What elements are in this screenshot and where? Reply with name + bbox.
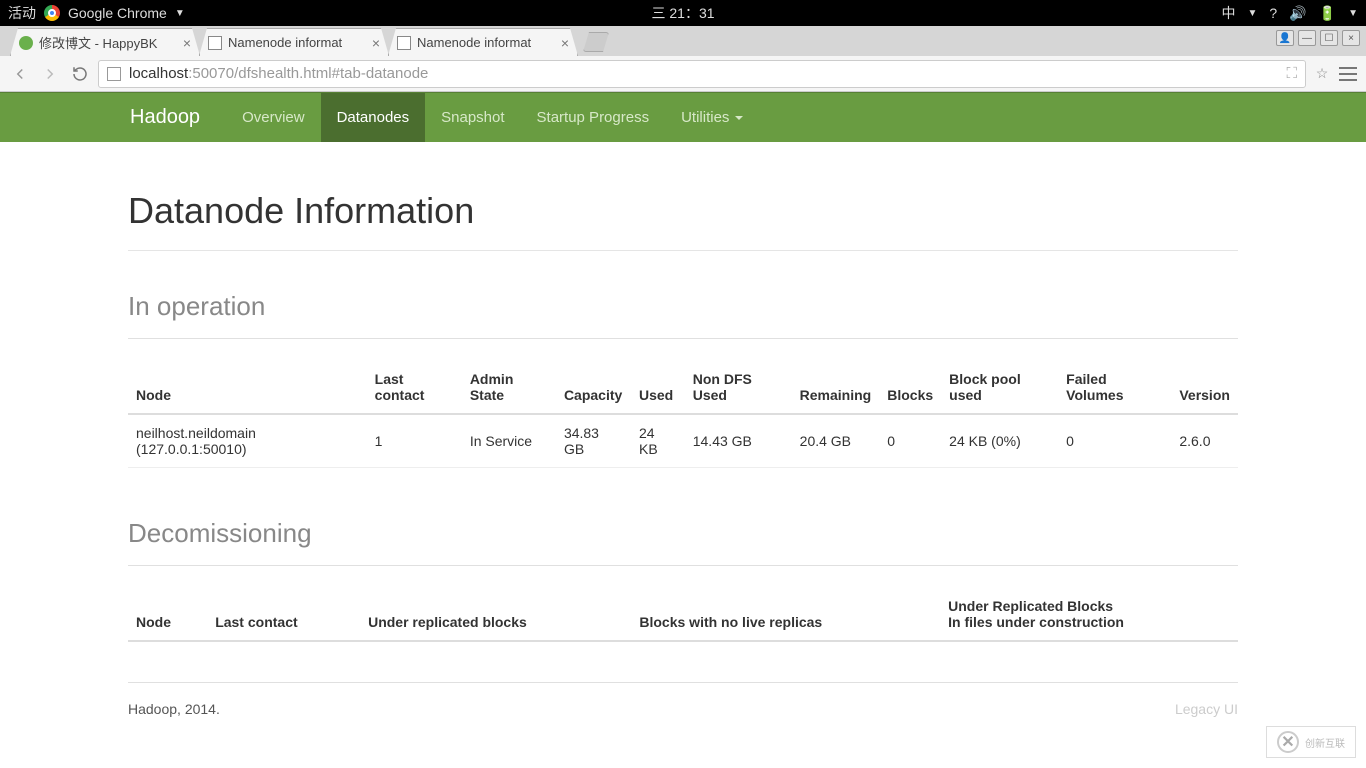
browser-tab[interactable]: 修改博文 - HappyBK × (10, 28, 200, 56)
table-cell: 14.43 GB (685, 414, 792, 468)
section-decommissioning: Decomissioning (128, 518, 1238, 549)
column-header: Last contact (367, 361, 462, 414)
brand[interactable]: Hadoop (112, 93, 218, 142)
close-window-button[interactable]: × (1342, 30, 1360, 46)
column-header: Used (631, 361, 685, 414)
table-cell: 20.4 GB (792, 414, 880, 468)
browser-toolbar: localhost:50070/dfshealth.html#tab-datan… (0, 56, 1366, 92)
legacy-ui-link[interactable]: Legacy UI (1175, 701, 1238, 717)
tab-title: Namenode informat (228, 35, 366, 50)
title-divider (128, 250, 1238, 251)
back-button[interactable] (8, 62, 32, 86)
page-container: Datanode Information In operation NodeLa… (113, 190, 1253, 735)
column-header: Blocks with no live replicas (631, 588, 940, 641)
table-cell: 34.83 GB (556, 414, 631, 468)
section-in-operation: In operation (128, 291, 1238, 322)
table-cell: 2.6.0 (1171, 414, 1238, 468)
app-navbar: Hadoop Overview Datanodes Snapshot Start… (0, 92, 1366, 142)
page-icon (107, 67, 121, 81)
column-header: Under Replicated Blocks In files under c… (940, 588, 1238, 641)
column-header: Non DFS Used (685, 361, 792, 414)
table-cell: 24 KB (631, 414, 685, 468)
decommissioning-table: NodeLast contactUnder replicated blocksB… (128, 588, 1238, 642)
watermark-text: 创新互联 (1305, 735, 1345, 750)
section-divider (128, 338, 1238, 339)
maximize-button[interactable]: ☐ (1320, 30, 1338, 46)
column-header: Remaining (792, 361, 880, 414)
address-bar[interactable]: localhost:50070/dfshealth.html#tab-datan… (98, 60, 1306, 88)
ime-caret-icon: ▼ (1248, 8, 1258, 19)
close-tab-icon[interactable]: × (183, 36, 191, 50)
tab-title: 修改博文 - HappyBK (39, 33, 177, 52)
close-tab-icon[interactable]: × (372, 36, 380, 50)
menu-button[interactable] (1338, 64, 1358, 84)
column-header: Blocks (879, 361, 941, 414)
nav-snapshot[interactable]: Snapshot (425, 93, 520, 142)
nav-utilities[interactable]: Utilities (665, 93, 759, 142)
close-tab-icon[interactable]: × (561, 36, 569, 50)
browser-tab-strip: 修改博文 - HappyBK × Namenode informat × Nam… (0, 26, 1366, 56)
url-path: :50070/dfshealth.html#tab-datanode (188, 65, 428, 82)
page-title: Datanode Information (128, 190, 1238, 232)
favicon-icon (19, 36, 33, 50)
help-icon[interactable]: ? (1269, 5, 1277, 21)
active-app-name[interactable]: Google Chrome (68, 5, 167, 21)
user-icon[interactable]: 👤 (1276, 30, 1294, 46)
system-caret-icon[interactable]: ▼ (1348, 8, 1358, 19)
favicon-icon (208, 36, 222, 50)
battery-icon[interactable]: 🔋 (1319, 5, 1336, 22)
new-tab-button[interactable] (583, 32, 609, 52)
table-row: neilhost.neildomain (127.0.0.1:50010)1In… (128, 414, 1238, 468)
bookmark-star-icon[interactable]: ☆ (1312, 64, 1332, 84)
nav-overview[interactable]: Overview (226, 93, 321, 142)
table-cell: 0 (879, 414, 941, 468)
activities-label[interactable]: 活动 (8, 3, 36, 23)
translate-icon[interactable]: ⛶ (1286, 65, 1297, 82)
column-header: Failed Volumes (1058, 361, 1171, 414)
column-header: Version (1171, 361, 1238, 414)
table-cell: In Service (462, 414, 556, 468)
app-menu-caret-icon: ▼ (175, 8, 185, 19)
forward-button[interactable] (38, 62, 62, 86)
column-header: Admin State (462, 361, 556, 414)
table-cell: 24 KB (0%) (941, 414, 1058, 468)
nav-datanodes[interactable]: Datanodes (321, 93, 426, 142)
column-header: Capacity (556, 361, 631, 414)
url-host: localhost (129, 65, 188, 82)
column-header: Block pool used (941, 361, 1058, 414)
watermark: ✕ 创新互联 (1266, 726, 1356, 758)
page-footer: Hadoop, 2014. Legacy UI (128, 682, 1238, 735)
reload-button[interactable] (68, 62, 92, 86)
chrome-icon (44, 5, 60, 21)
nav-startup-progress[interactable]: Startup Progress (521, 93, 666, 142)
browser-tab[interactable]: Namenode informat × (199, 28, 389, 56)
section-divider (128, 565, 1238, 566)
volume-icon[interactable]: 🔊 (1289, 5, 1306, 22)
table-cell: 0 (1058, 414, 1171, 468)
footer-left: Hadoop, 2014. (128, 701, 220, 717)
favicon-icon (397, 36, 411, 50)
tab-title: Namenode informat (417, 35, 555, 50)
column-header: Last contact (207, 588, 360, 641)
clock[interactable]: 三 21：31 (651, 3, 714, 23)
minimize-button[interactable]: — (1298, 30, 1316, 46)
browser-tab[interactable]: Namenode informat × (388, 28, 578, 56)
watermark-logo-icon: ✕ (1277, 731, 1299, 753)
in-operation-table: NodeLast contactAdmin StateCapacityUsedN… (128, 361, 1238, 468)
column-header: Under replicated blocks (360, 588, 631, 641)
os-menu-bar: 活动 Google Chrome ▼ 三 21：31 中 ▼ ? 🔊 🔋 ▼ (0, 0, 1366, 26)
table-cell: 1 (367, 414, 462, 468)
nav-utilities-label: Utilities (681, 109, 729, 126)
column-header: Node (128, 588, 207, 641)
table-cell: neilhost.neildomain (127.0.0.1:50010) (128, 414, 367, 468)
column-header: Node (128, 361, 367, 414)
dropdown-caret-icon (735, 116, 743, 120)
ime-indicator[interactable]: 中 (1222, 3, 1236, 23)
